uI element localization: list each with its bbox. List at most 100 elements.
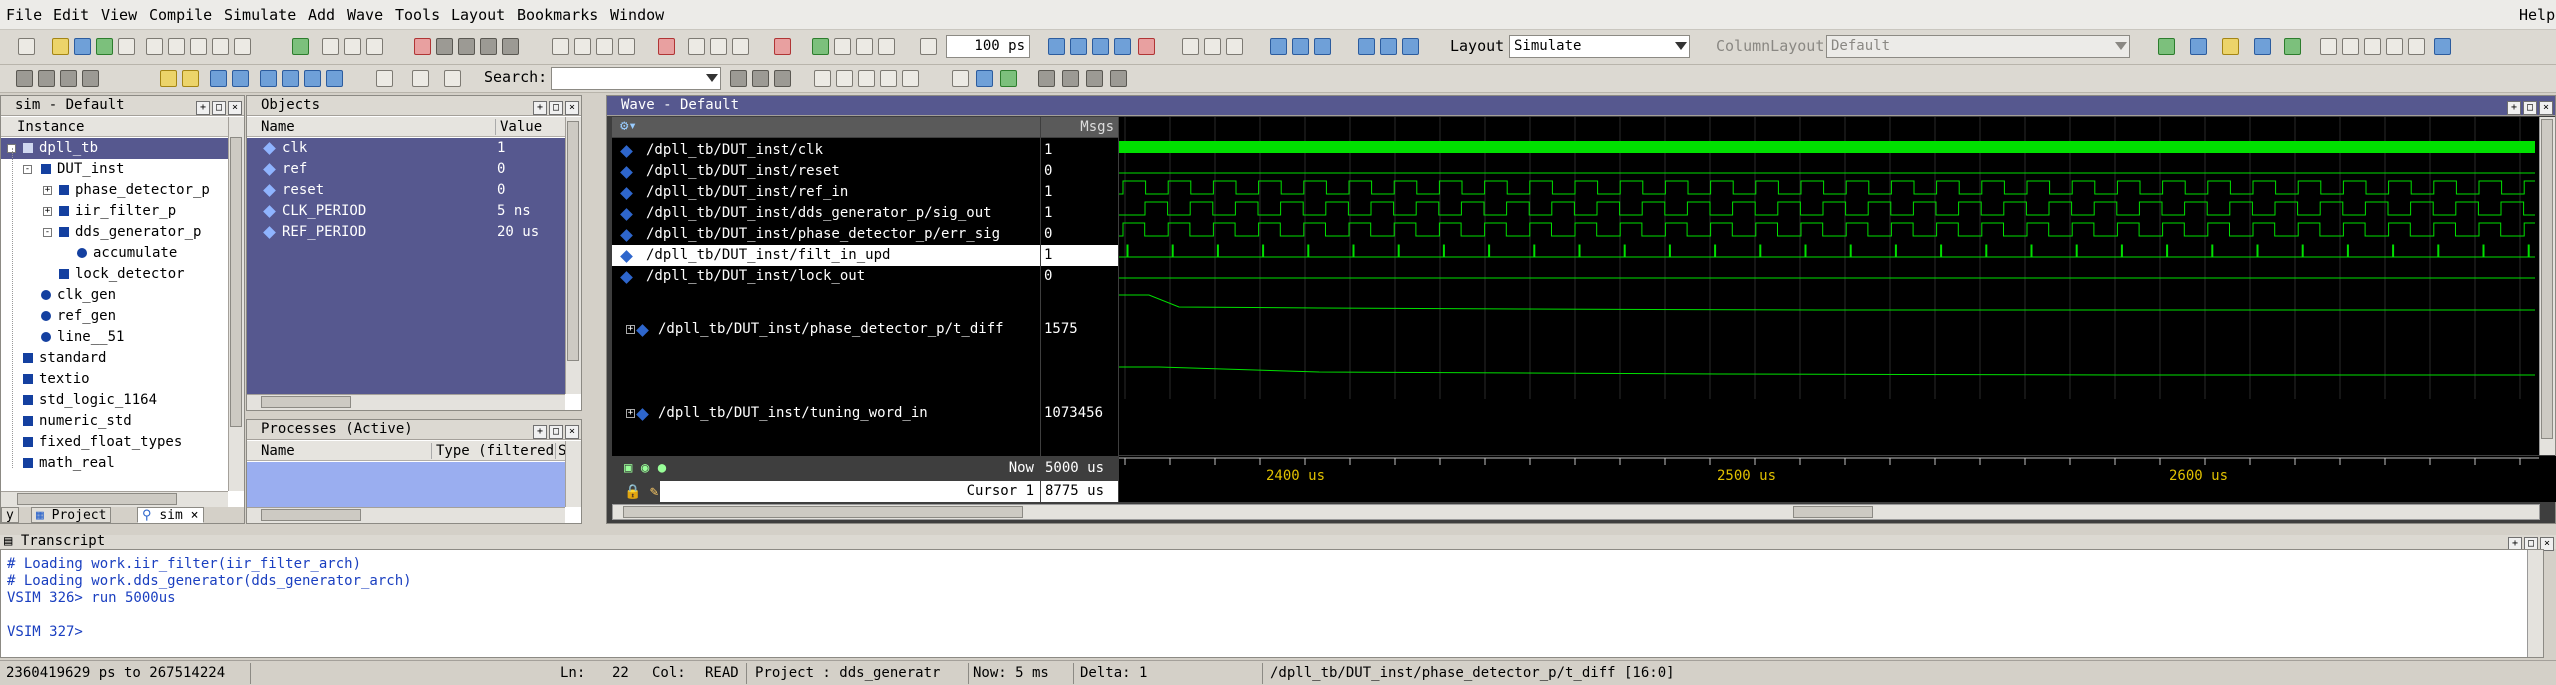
float-icon[interactable]: □ xyxy=(549,101,563,115)
run-length-input[interactable]: 100 ps xyxy=(946,35,1030,58)
break-icon[interactable] xyxy=(658,38,675,55)
processes-vscroll[interactable] xyxy=(565,441,581,507)
paste-icon[interactable] xyxy=(190,38,207,55)
menu-layout[interactable]: Layout xyxy=(451,6,505,24)
performance-icon[interactable] xyxy=(1182,38,1199,55)
delete-cursor-icon[interactable] xyxy=(412,70,429,87)
zoom-rect-icon[interactable] xyxy=(574,38,591,55)
wave-compare-icon[interactable] xyxy=(2190,38,2207,55)
wave-hscroll[interactable] xyxy=(612,504,2540,520)
insert-cursor-icon[interactable] xyxy=(376,70,393,87)
sim-vscroll[interactable] xyxy=(228,117,244,491)
wave-format-icon[interactable] xyxy=(2222,38,2239,55)
sim-run-icon[interactable] xyxy=(16,70,33,87)
menu-view[interactable]: View xyxy=(101,6,137,24)
halt-icon[interactable] xyxy=(1138,38,1155,55)
tree-item-lock-detector[interactable]: lock_detector xyxy=(1,264,244,285)
search-next-icon[interactable] xyxy=(752,70,769,87)
menu-edit[interactable]: Edit xyxy=(53,6,89,24)
search-input[interactable] xyxy=(551,67,721,90)
select-mode-icon[interactable] xyxy=(480,38,497,55)
menu-wave[interactable]: Wave xyxy=(347,6,383,24)
signal-filt-in-upd[interactable]: /dpll_tb/DUT_inst/filt_in_upd xyxy=(612,245,1040,266)
any-edge-icon[interactable] xyxy=(260,70,277,87)
sim-hscroll[interactable] xyxy=(1,491,228,507)
continue-icon[interactable] xyxy=(1070,38,1087,55)
add-icon[interactable] xyxy=(292,38,309,55)
now-icons[interactable]: ▣ ◉ ● xyxy=(624,460,666,476)
object-row[interactable]: REF_PERIOD 20 us xyxy=(247,222,565,243)
float-icon[interactable]: □ xyxy=(212,101,226,115)
signal-lock-out[interactable]: /dpll_tb/DUT_inst/lock_out xyxy=(612,266,1040,287)
processes-hscroll[interactable] xyxy=(247,507,565,523)
falling-edge-icon[interactable] xyxy=(232,70,249,87)
step-icon[interactable] xyxy=(710,38,727,55)
zoom-range-icon[interactable] xyxy=(902,70,919,87)
zoom-in-icon[interactable] xyxy=(596,38,613,55)
col-name[interactable]: Name xyxy=(261,119,295,135)
open-folder-icon[interactable] xyxy=(52,38,69,55)
objects-vscroll[interactable] xyxy=(565,117,581,394)
tree-item-clk-gen[interactable]: clk_gen xyxy=(1,285,244,306)
layout-select[interactable]: Simulate xyxy=(1509,35,1690,58)
edge-prev-icon[interactable] xyxy=(160,70,177,87)
new-file-icon[interactable] xyxy=(18,38,35,55)
up-arrow-icon[interactable] xyxy=(834,38,851,55)
tree-item-ref-gen[interactable]: ref_gen xyxy=(1,306,244,327)
zoom-out-icon[interactable] xyxy=(618,38,635,55)
float-icon[interactable]: □ xyxy=(549,425,563,439)
run-icon[interactable] xyxy=(1048,38,1065,55)
expression-icon[interactable] xyxy=(304,70,321,87)
tree-item-phase-detector[interactable]: + phase_detector_p xyxy=(1,180,244,201)
zoom-mode-icon[interactable] xyxy=(502,38,519,55)
tree-item-math-real[interactable]: math_real xyxy=(1,453,244,474)
search-prev-icon[interactable] xyxy=(730,70,747,87)
tree-item-standard[interactable]: standard xyxy=(1,348,244,369)
tab-sim[interactable]: ⚲ sim × xyxy=(137,507,204,523)
signal-ref-in[interactable]: /dpll_tb/DUT_inst/ref_in xyxy=(612,182,1040,203)
step-into-icon[interactable] xyxy=(1114,38,1131,55)
undock-icon[interactable]: + xyxy=(2507,101,2521,115)
col-name[interactable]: Name xyxy=(261,443,295,459)
forward-arrow-icon[interactable] xyxy=(878,38,895,55)
signal-clk[interactable]: /dpll_tb/DUT_inst/clk xyxy=(612,140,1040,161)
restart-icon[interactable] xyxy=(688,38,705,55)
bookmark-next-icon[interactable] xyxy=(2342,38,2359,55)
step-up-icon[interactable] xyxy=(1270,38,1287,55)
sim-break-icon[interactable] xyxy=(60,70,77,87)
copy-icon[interactable] xyxy=(168,38,185,55)
object-row[interactable]: CLK_PERIOD 5 ns xyxy=(247,201,565,222)
menu-simulate[interactable]: Simulate xyxy=(224,6,296,24)
signal-tuning-word-in[interactable]: +/dpll_tb/DUT_inst/tuning_word_in xyxy=(612,403,1040,424)
tree-item-accumulate[interactable]: accumulate xyxy=(1,243,244,264)
menu-tools[interactable]: Tools xyxy=(395,6,440,24)
object-row[interactable]: ref 0 xyxy=(247,159,565,180)
memory-icon[interactable] xyxy=(1204,38,1221,55)
step-over-icon[interactable] xyxy=(732,38,749,55)
wave-grid-icon[interactable] xyxy=(1086,70,1103,87)
undock-icon[interactable]: + xyxy=(533,101,547,115)
close-icon[interactable]: × xyxy=(2539,101,2553,115)
save-icon[interactable] xyxy=(74,38,91,55)
zoom-full-icon[interactable] xyxy=(858,70,875,87)
transcript-vscroll[interactable] xyxy=(2527,550,2543,657)
hand-icon[interactable] xyxy=(1226,38,1243,55)
delete-icon[interactable] xyxy=(414,38,431,55)
menu-compile[interactable]: Compile xyxy=(149,6,212,24)
trace-down-icon[interactable] xyxy=(1380,38,1397,55)
zoom-out-small-icon[interactable] xyxy=(836,70,853,87)
mode-icon[interactable] xyxy=(458,38,475,55)
column-layout-select[interactable]: Default xyxy=(1826,35,2130,58)
sort-icon[interactable] xyxy=(366,38,383,55)
signal-t-diff[interactable]: +/dpll_tb/DUT_inst/phase_detector_p/t_di… xyxy=(612,319,1040,340)
sim-step-icon[interactable] xyxy=(38,70,55,87)
float-icon[interactable]: □ xyxy=(2523,101,2537,115)
cursor-next-icon[interactable] xyxy=(444,70,461,87)
clear-icon[interactable] xyxy=(436,38,453,55)
wave-tools-icon[interactable]: ⚙▾ xyxy=(620,118,637,134)
wave-vscroll[interactable] xyxy=(2539,117,2555,455)
bookmark-list-icon[interactable] xyxy=(2386,38,2403,55)
waveform-canvas[interactable] xyxy=(1119,117,2539,455)
tree-item-fixed-float-types[interactable]: fixed_float_types xyxy=(1,432,244,453)
edge-next-icon[interactable] xyxy=(182,70,199,87)
